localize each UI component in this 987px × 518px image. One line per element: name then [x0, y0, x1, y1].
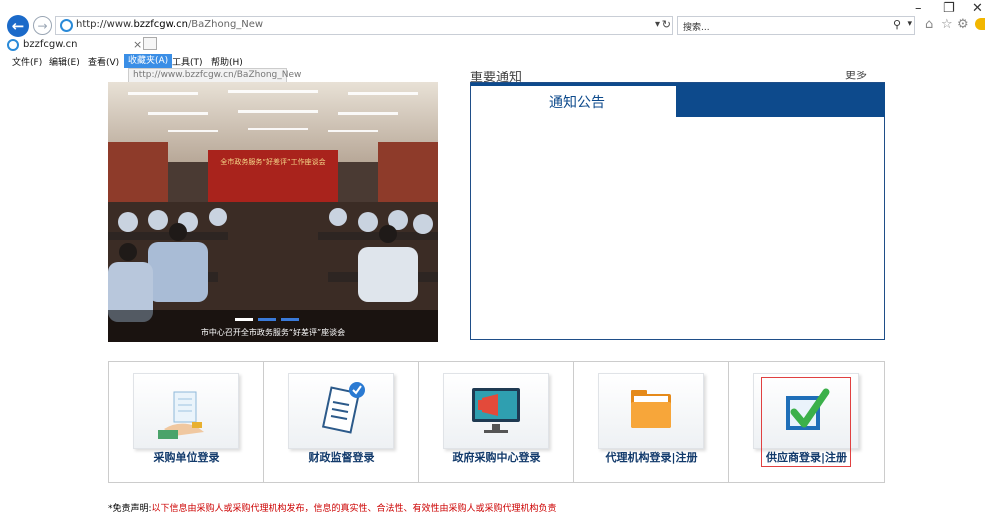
notice-tab-underline — [471, 83, 676, 86]
monitor-megaphone-icon — [443, 373, 549, 449]
notice-tab-bar — [676, 83, 885, 117]
news-slider[interactable]: 全市政务服务“好差评”工作座谈会 市中心召开全市政务服务“好差评”座谈会 — [108, 82, 438, 342]
disclaimer-text: 以下信息由采购人或采购代理机构发布，信息的真实性、合法性、有效性由采购人或采购代… — [151, 504, 557, 514]
favorites-dropdown-item[interactable]: http://www.bzzfcgw.cn/BaZhong_New — [133, 70, 301, 80]
browser-tab[interactable]: bzzfcgw.cn × — [7, 37, 157, 53]
smiley-icon[interactable] — [975, 18, 985, 30]
address-bar[interactable]: http://www.bzzfcgw.cn/BaZhong_New ▾ ↻ — [55, 16, 673, 35]
tile-procurement-center-label: 政府采购中心登录 — [452, 451, 541, 464]
menu-help[interactable]: 帮助(H) — [211, 55, 243, 68]
tile-finance-login[interactable]: 财政监督登录 — [264, 362, 419, 482]
login-tiles: 采购单位登录 财政监督登录 政府采购中心登录 代理机构登录|注册 供应商登录|注… — [108, 361, 885, 483]
slider-dot-1[interactable] — [235, 318, 253, 321]
tile-finance-label: 财政监督登录 — [308, 451, 375, 464]
forward-button[interactable]: → — [33, 16, 52, 35]
menu-file[interactable]: 文件(F) — [12, 55, 42, 68]
conference-photo: 全市政务服务“好差评”工作座谈会 市中心召开全市政务服务“好差评”座谈会 — [108, 82, 438, 342]
tile-agency-label: 代理机构登录|注册 — [605, 451, 698, 464]
favorites-dropdown: http://www.bzzfcgw.cn/BaZhong_New — [128, 68, 301, 83]
notice-tab[interactable]: 通知公告 — [549, 92, 605, 112]
tile-agency-login[interactable]: 代理机构登录|注册 — [574, 362, 729, 482]
tab-title: bzzfcgw.cn — [23, 39, 78, 50]
settings-gear-icon[interactable]: ⚙ — [957, 17, 969, 32]
home-icon[interactable]: ⌂ — [925, 17, 933, 32]
search-box[interactable]: 搜索... ⚲ ▾ — [677, 16, 915, 35]
search-placeholder: 搜索... — [683, 23, 710, 33]
slider-dot-2[interactable] — [258, 318, 276, 321]
minimize-icon[interactable]: – — [915, 1, 922, 16]
back-button[interactable]: ← — [7, 15, 29, 37]
new-tab-button[interactable] — [143, 37, 157, 50]
restore-icon[interactable]: ❐ — [943, 1, 955, 16]
tile-supplier-login[interactable]: 供应商登录|注册 — [729, 362, 884, 482]
banner-text: 全市政务服务“好差评”工作座谈会 — [220, 157, 325, 166]
tile-procurement-center-login[interactable]: 政府采购中心登录 — [419, 362, 574, 482]
document-hand-icon — [133, 373, 239, 449]
menu-bar: 文件(F) 编辑(E) 查看(V) 收藏夹(A) 工具(T) 帮助(H) — [0, 54, 987, 69]
search-icon[interactable]: ⚲ — [893, 18, 901, 31]
folder-icon — [598, 373, 704, 449]
url-text: http://www.bzzfcgw.cn/BaZhong_New — [76, 19, 264, 30]
tile-purchaser-label: 采购单位登录 — [153, 451, 220, 464]
close-icon[interactable]: ✕ — [972, 1, 983, 16]
refresh-icon[interactable]: ↻ — [662, 18, 671, 31]
address-dropdown-icon[interactable]: ▾ — [655, 19, 660, 30]
notice-panel: 通知公告 — [470, 82, 885, 340]
tile-purchaser-login[interactable]: 采购单位登录 — [109, 362, 264, 482]
slider-dot-3[interactable] — [281, 318, 299, 321]
favorites-star-icon[interactable]: ☆ — [941, 17, 953, 32]
ie-icon — [60, 19, 73, 32]
menu-edit[interactable]: 编辑(E) — [49, 55, 80, 68]
tab-close-icon[interactable]: × — [133, 38, 142, 51]
tab-ie-icon — [7, 39, 19, 51]
slider-caption: 市中心召开全市政务服务“好差评”座谈会 — [201, 327, 345, 337]
selection-highlight — [761, 377, 851, 467]
menu-view[interactable]: 查看(V) — [88, 55, 119, 68]
clipboard-check-icon — [288, 373, 394, 449]
menu-tools[interactable]: 工具(T) — [172, 55, 203, 68]
menu-favorites[interactable]: 收藏夹(A) — [124, 54, 173, 68]
disclaimer-prefix: *免责声明: — [108, 504, 152, 514]
search-dropdown-icon[interactable]: ▾ — [907, 19, 912, 29]
disclaimer: *免责声明:以下信息由采购人或采购代理机构发布，信息的真实性、合法性、有效性由采… — [108, 501, 557, 514]
